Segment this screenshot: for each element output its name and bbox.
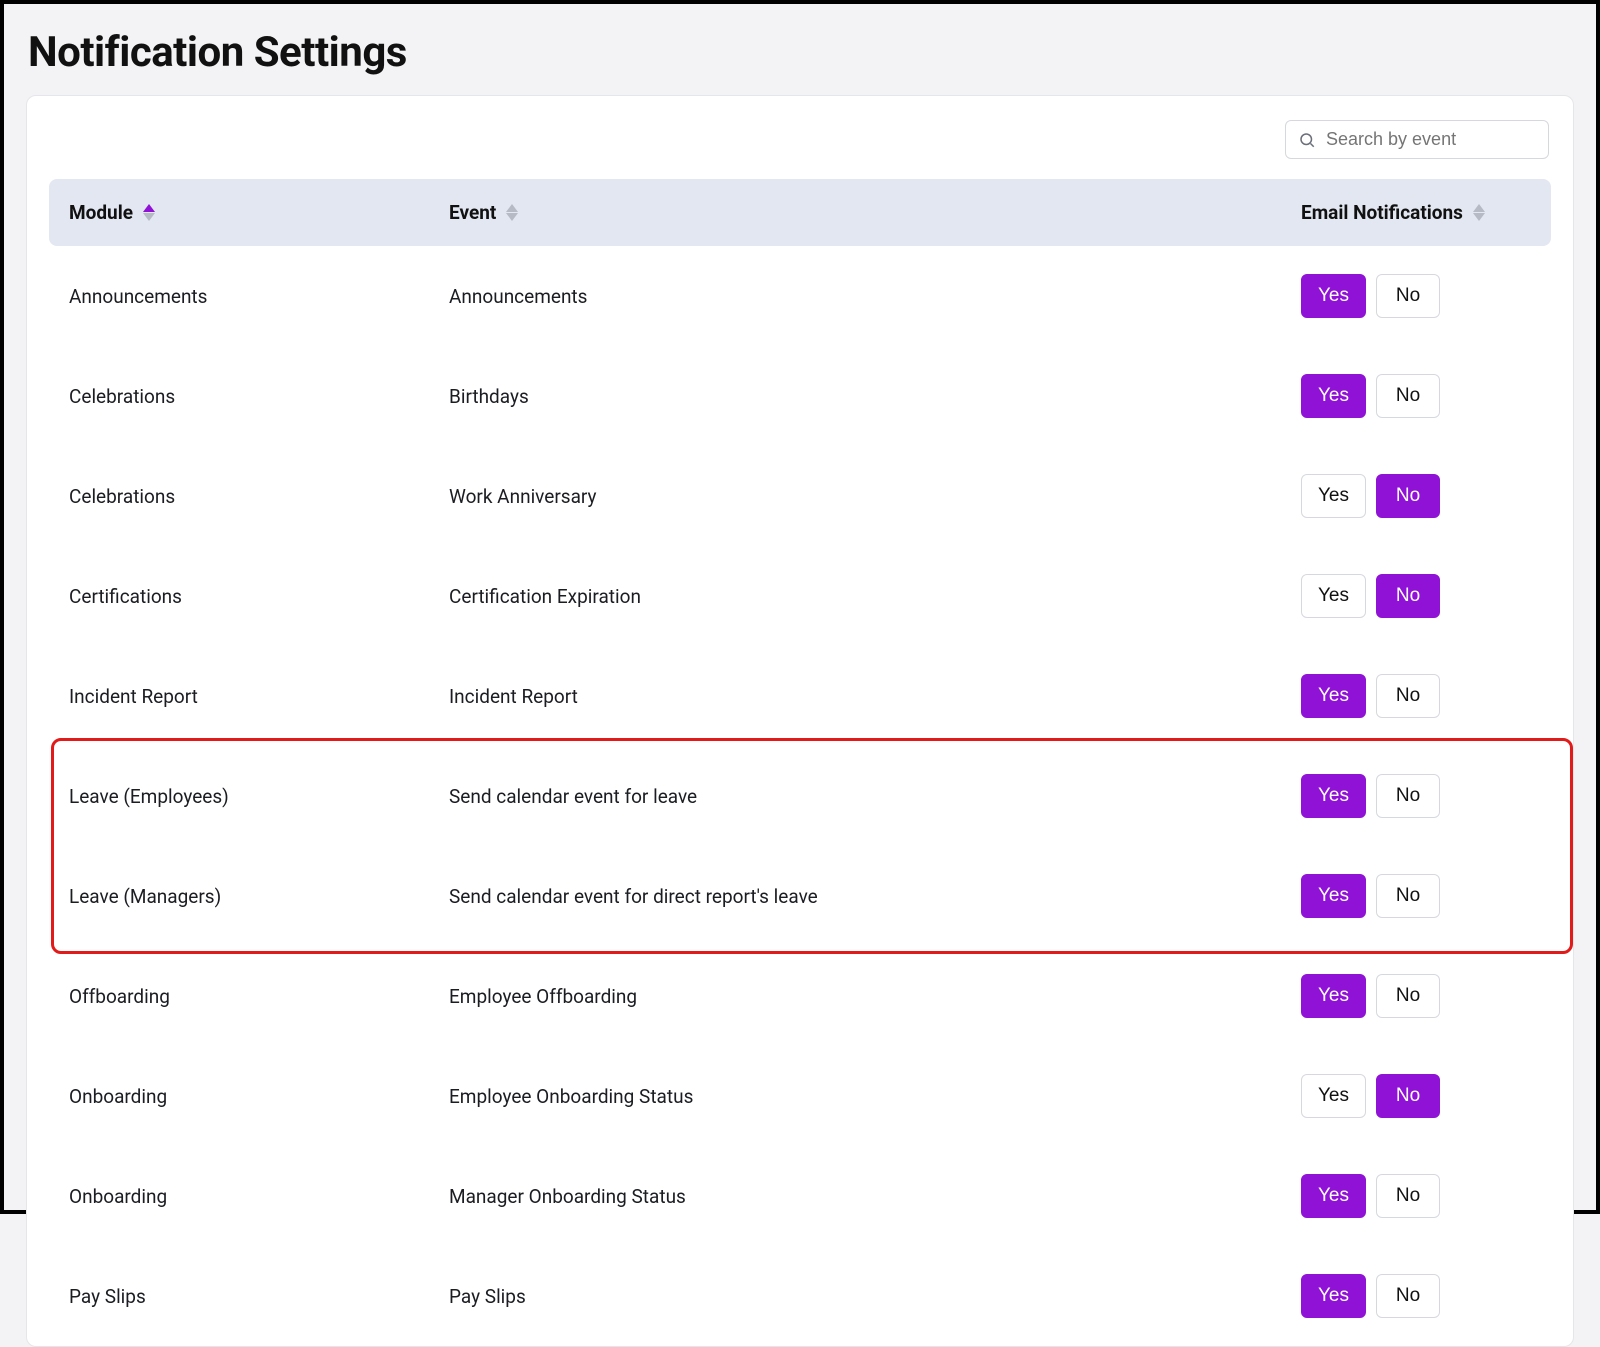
cell-email-toggle: YesNo: [1301, 474, 1531, 518]
toggle-group: YesNo: [1301, 1274, 1440, 1318]
cell-event: Employee Onboarding Status: [449, 1085, 1301, 1108]
yes-button[interactable]: Yes: [1301, 274, 1366, 318]
cell-email-toggle: YesNo: [1301, 1174, 1531, 1218]
cell-module: Onboarding: [69, 1185, 449, 1208]
cell-module: Celebrations: [69, 485, 449, 508]
no-button[interactable]: No: [1376, 1174, 1440, 1218]
yes-button[interactable]: Yes: [1301, 574, 1366, 618]
page-title: Notification Settings: [4, 28, 1596, 95]
yes-button[interactable]: Yes: [1301, 1074, 1366, 1118]
no-button[interactable]: No: [1376, 1274, 1440, 1318]
cell-email-toggle: YesNo: [1301, 974, 1531, 1018]
table-row: OffboardingEmployee OffboardingYesNo: [49, 946, 1551, 1046]
column-header-email[interactable]: Email Notifications: [1301, 201, 1531, 224]
cell-email-toggle: YesNo: [1301, 274, 1531, 318]
no-button[interactable]: No: [1376, 974, 1440, 1018]
yes-button[interactable]: Yes: [1301, 474, 1366, 518]
table-row: CelebrationsWork AnniversaryYesNo: [49, 446, 1551, 546]
yes-button[interactable]: Yes: [1301, 874, 1366, 918]
cell-module: Offboarding: [69, 985, 449, 1008]
table-row: CelebrationsBirthdaysYesNo: [49, 346, 1551, 446]
cell-module: Certifications: [69, 585, 449, 608]
cell-email-toggle: YesNo: [1301, 874, 1531, 918]
table-row: AnnouncementsAnnouncementsYesNo: [49, 246, 1551, 346]
toggle-group: YesNo: [1301, 374, 1440, 418]
no-button[interactable]: No: [1376, 474, 1440, 518]
column-label: Email Notifications: [1301, 201, 1463, 224]
search-icon: [1298, 131, 1316, 149]
cell-module: Pay Slips: [69, 1285, 449, 1308]
toggle-group: YesNo: [1301, 874, 1440, 918]
cell-email-toggle: YesNo: [1301, 1274, 1531, 1318]
table-row: OnboardingEmployee Onboarding StatusYesN…: [49, 1046, 1551, 1146]
cell-event: Employee Offboarding: [449, 985, 1301, 1008]
no-button[interactable]: No: [1376, 774, 1440, 818]
cell-event: Work Anniversary: [449, 485, 1301, 508]
cell-event: Birthdays: [449, 385, 1301, 408]
toggle-group: YesNo: [1301, 674, 1440, 718]
table-header: Module Event Email Notifications: [49, 179, 1551, 246]
cell-module: Leave (Employees): [69, 785, 449, 808]
no-button[interactable]: No: [1376, 374, 1440, 418]
toggle-group: YesNo: [1301, 1074, 1440, 1118]
cell-event: Send calendar event for leave: [449, 785, 1301, 808]
table-row: OnboardingManager Onboarding StatusYesNo: [49, 1146, 1551, 1246]
toggle-group: YesNo: [1301, 274, 1440, 318]
cell-email-toggle: YesNo: [1301, 774, 1531, 818]
table-row: CertificationsCertification ExpirationYe…: [49, 546, 1551, 646]
yes-button[interactable]: Yes: [1301, 974, 1366, 1018]
cell-event: Incident Report: [449, 685, 1301, 708]
cell-email-toggle: YesNo: [1301, 1074, 1531, 1118]
table-row: Incident ReportIncident ReportYesNo: [49, 646, 1551, 746]
yes-button[interactable]: Yes: [1301, 374, 1366, 418]
cell-module: Onboarding: [69, 1085, 449, 1108]
search-field-wrap[interactable]: [1285, 120, 1549, 159]
yes-button[interactable]: Yes: [1301, 1174, 1366, 1218]
notifications-table: Module Event Email Notifications Announc…: [49, 179, 1551, 1346]
settings-card: Module Event Email Notifications Announc…: [26, 95, 1574, 1347]
toggle-group: YesNo: [1301, 574, 1440, 618]
cell-module: Celebrations: [69, 385, 449, 408]
toggle-group: YesNo: [1301, 974, 1440, 1018]
sort-icon: [1473, 204, 1485, 221]
no-button[interactable]: No: [1376, 874, 1440, 918]
table-row: Leave (Employees)Send calendar event for…: [49, 746, 1551, 846]
no-button[interactable]: No: [1376, 1074, 1440, 1118]
cell-module: Announcements: [69, 285, 449, 308]
cell-event: Pay Slips: [449, 1285, 1301, 1308]
toggle-group: YesNo: [1301, 1174, 1440, 1218]
table-row: Pay SlipsPay SlipsYesNo: [49, 1246, 1551, 1346]
cell-event: Manager Onboarding Status: [449, 1185, 1301, 1208]
cell-email-toggle: YesNo: [1301, 574, 1531, 618]
yes-button[interactable]: Yes: [1301, 1274, 1366, 1318]
sort-icon: [506, 204, 518, 221]
no-button[interactable]: No: [1376, 574, 1440, 618]
column-header-event[interactable]: Event: [449, 201, 1301, 224]
yes-button[interactable]: Yes: [1301, 774, 1366, 818]
cell-event: Announcements: [449, 285, 1301, 308]
table-body: AnnouncementsAnnouncementsYesNoCelebrati…: [49, 246, 1551, 1346]
column-header-module[interactable]: Module: [69, 201, 449, 224]
yes-button[interactable]: Yes: [1301, 674, 1366, 718]
sort-icon: [143, 204, 155, 221]
cell-email-toggle: YesNo: [1301, 374, 1531, 418]
column-label: Event: [449, 201, 496, 224]
cell-module: Leave (Managers): [69, 885, 449, 908]
cell-module: Incident Report: [69, 685, 449, 708]
toggle-group: YesNo: [1301, 474, 1440, 518]
cell-email-toggle: YesNo: [1301, 674, 1531, 718]
column-label: Module: [69, 201, 133, 224]
no-button[interactable]: No: [1376, 674, 1440, 718]
cell-event: Certification Expiration: [449, 585, 1301, 608]
cell-event: Send calendar event for direct report's …: [449, 885, 1301, 908]
toggle-group: YesNo: [1301, 774, 1440, 818]
table-row: Leave (Managers)Send calendar event for …: [49, 846, 1551, 946]
no-button[interactable]: No: [1376, 274, 1440, 318]
search-input[interactable]: [1326, 129, 1536, 150]
